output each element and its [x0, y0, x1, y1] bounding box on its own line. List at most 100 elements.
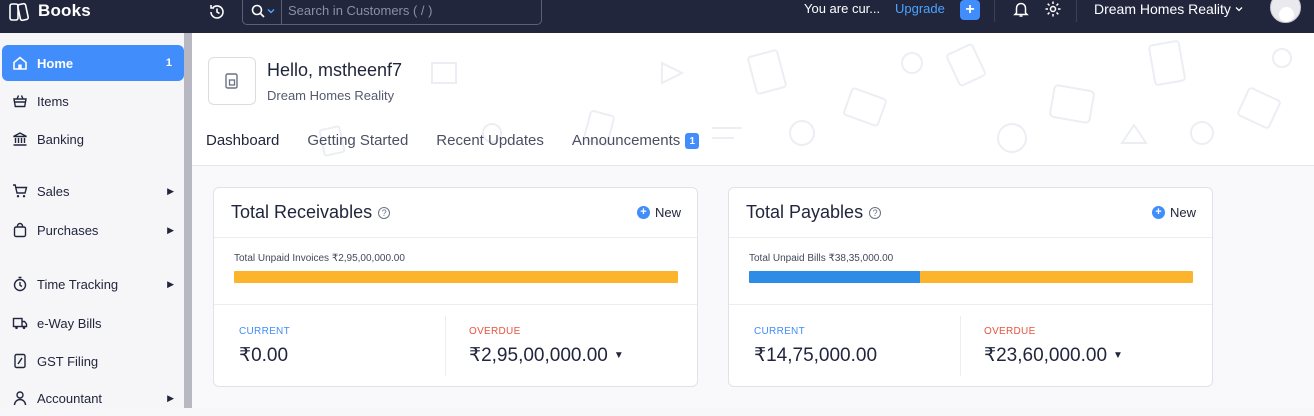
organization-switcher[interactable]: Dream Homes Reality	[1094, 1, 1243, 17]
current-amount: ₹0.00	[239, 344, 288, 367]
gst-document-icon	[11, 353, 28, 370]
total-receivables-card: Total Receivables ? + New Total Unpaid I…	[213, 187, 698, 387]
plus-circle-icon: +	[1151, 206, 1165, 219]
card-header: Total Receivables ? + New	[214, 188, 697, 238]
new-button-label: New	[1169, 205, 1196, 220]
overdue-amount-value: ₹23,60,000.00	[984, 345, 1108, 366]
organization-logo-placeholder[interactable]	[208, 57, 256, 105]
topbar-divider	[994, 0, 995, 22]
help-icon[interactable]: ?	[378, 206, 391, 219]
chevron-down-icon	[1235, 7, 1243, 12]
overdue-amount-value: ₹2,95,00,000.00	[469, 345, 608, 366]
settings-button[interactable]	[1044, 0, 1062, 23]
payables-progress-bar	[749, 271, 1193, 283]
submenu-arrow-icon: ▶	[167, 392, 174, 403]
tab-dashboard[interactable]: Dashboard	[206, 129, 293, 165]
upload-logo-icon	[225, 73, 238, 89]
card-divider	[729, 304, 1212, 305]
items-basket-icon	[11, 93, 28, 110]
total-payables-card: Total Payables ? + New Total Unpaid Bill…	[728, 187, 1213, 387]
gear-icon	[1045, 1, 1061, 17]
organization-subtitle: Dream Homes Reality	[267, 88, 395, 103]
organization-name: Dream Homes Reality	[1094, 1, 1231, 17]
sidebar: Home 1 Items Banking Sales ▶ Purchases ▶…	[0, 33, 192, 408]
search-scope-dropdown[interactable]	[243, 0, 282, 24]
sidebar-item-banking[interactable]: Banking	[2, 121, 184, 157]
caret-down-icon: ▼	[613, 350, 624, 361]
tab-label: Dashboard	[206, 132, 280, 149]
help-icon[interactable]: ?	[869, 206, 882, 219]
sidebar-item-label: Sales	[37, 183, 70, 199]
total-unpaid-bills-label: Total Unpaid Bills ₹38,35,000.00	[749, 253, 894, 264]
tab-announcements[interactable]: Announcements 1	[572, 129, 713, 165]
bank-icon	[11, 131, 28, 148]
current-portion-bar	[749, 271, 920, 283]
app-name: Books	[38, 0, 91, 20]
user-avatar[interactable]	[1270, 0, 1301, 23]
card-column-divider	[960, 316, 961, 376]
cart-icon	[11, 183, 28, 200]
overdue-amount-dropdown[interactable]: ₹2,95,00,000.00 ▼	[469, 344, 624, 367]
home-icon	[11, 55, 28, 72]
sidebar-item-label: Accountant	[37, 390, 103, 406]
sidebar-item-label: Time Tracking	[37, 276, 119, 292]
overdue-label: OVERDUE	[469, 326, 521, 337]
sidebar-item-gst-filing[interactable]: GST Filing	[2, 343, 184, 379]
current-amount-value: ₹0.00	[239, 345, 289, 366]
books-logo-icon	[9, 2, 30, 21]
sidebar-item-label: Purchases	[37, 222, 99, 238]
current-label: CURRENT	[239, 326, 290, 337]
app-brand[interactable]: Books	[0, 0, 192, 33]
card-column-divider	[445, 316, 446, 376]
overdue-label: OVERDUE	[984, 326, 1036, 337]
new-invoice-button[interactable]: + New	[636, 205, 681, 220]
topbar-divider	[1076, 0, 1077, 22]
accountant-icon	[11, 390, 28, 407]
sidebar-item-sales[interactable]: Sales ▶	[2, 173, 184, 209]
new-bill-button[interactable]: + New	[1151, 205, 1196, 220]
chevron-down-icon	[267, 8, 275, 14]
sidebar-item-label: e-Way Bills	[37, 315, 102, 331]
sidebar-item-label: Home	[37, 55, 74, 71]
quick-create-button[interactable]: +	[960, 0, 980, 20]
tab-label: Getting Started	[307, 132, 409, 149]
sidebar-item-home[interactable]: Home 1	[2, 45, 184, 81]
plus-circle-icon: +	[636, 206, 650, 219]
sidebar-item-items[interactable]: Items	[2, 83, 184, 119]
overdue-amount-dropdown[interactable]: ₹23,60,000.00 ▼	[984, 344, 1123, 367]
search-input[interactable]	[282, 3, 541, 18]
tab-label: Recent Updates	[436, 132, 544, 149]
sidebar-item-label: Items	[37, 93, 69, 109]
upgrade-link[interactable]: Upgrade	[895, 1, 945, 16]
shopping-bag-icon	[11, 222, 28, 239]
sidebar-item-time-tracking[interactable]: Time Tracking ▶	[2, 266, 184, 302]
receivables-progress-bar	[234, 271, 678, 283]
sidebar-item-label: GST Filing	[37, 353, 99, 369]
greeting-title: Hello, mstheenf7	[267, 60, 403, 80]
card-header: Total Payables ? + New	[729, 188, 1212, 238]
sidebar-item-label: Banking	[37, 131, 84, 147]
sidebar-scrollbar[interactable]	[184, 33, 192, 408]
sidebar-item-accountant[interactable]: Accountant ▶	[2, 380, 184, 416]
submenu-arrow-icon: ▶	[167, 185, 174, 196]
tab-getting-started[interactable]: Getting Started	[307, 129, 422, 165]
search-icon	[251, 4, 265, 18]
truck-icon	[11, 315, 28, 332]
total-unpaid-invoices-label: Total Unpaid Invoices ₹2,95,00,000.00	[234, 253, 405, 264]
sidebar-item-purchases[interactable]: Purchases ▶	[2, 212, 184, 248]
card-divider	[214, 304, 697, 305]
current-amount: ₹14,75,000.00	[754, 344, 877, 367]
tab-recent-updates[interactable]: Recent Updates	[436, 129, 558, 165]
dashboard-tabs: Dashboard Getting Started Recent Updates…	[206, 129, 727, 165]
new-button-label: New	[654, 205, 681, 220]
trial-status-text: You are cur...	[804, 1, 881, 16]
home-count-badge: 1	[165, 57, 172, 69]
notifications-button[interactable]	[1012, 0, 1030, 23]
main-content: Hello, mstheenf7 Dream Homes Reality Das…	[192, 33, 1314, 408]
sidebar-item-eway-bills[interactable]: e-Way Bills	[2, 305, 184, 341]
card-title: Total Receivables	[231, 202, 373, 222]
announcements-count-badge: 1	[685, 133, 700, 149]
dashboard-header: Hello, mstheenf7 Dream Homes Reality Das…	[192, 33, 1314, 166]
recent-history-button[interactable]	[206, 0, 228, 24]
current-label: CURRENT	[754, 326, 805, 337]
